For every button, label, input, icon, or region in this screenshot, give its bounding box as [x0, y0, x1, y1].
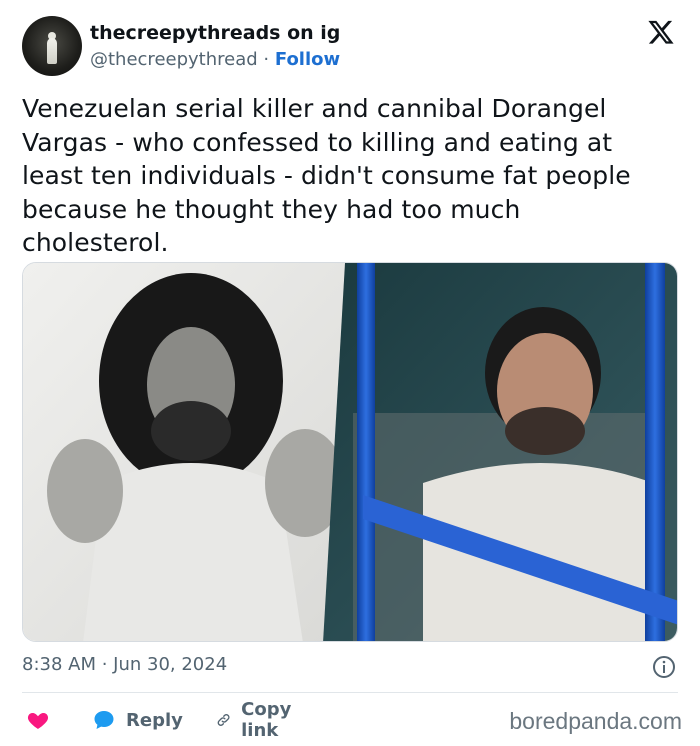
copy-link-label: Copy link	[241, 699, 292, 741]
info-icon[interactable]	[652, 655, 676, 679]
heart-icon	[27, 713, 49, 729]
copy-link-button[interactable]: Copy link	[216, 699, 300, 741]
avatar-figure-body	[47, 38, 57, 64]
reply-bubble-icon	[94, 711, 114, 729]
boredpanda-watermark: boredpanda.com	[509, 708, 682, 734]
link-icon	[217, 714, 230, 726]
tweet-header: thecreepythreads on ig @thecreepythread …	[22, 16, 680, 80]
tweet-photo[interactable]	[22, 262, 678, 642]
tweet-text: Venezuelan serial killer and cannibal Do…	[22, 94, 631, 257]
author-display-name[interactable]: thecreepythreads on ig	[90, 22, 340, 44]
avatar[interactable]	[22, 16, 82, 76]
reply-button[interactable]: Reply	[92, 704, 183, 736]
author-handle[interactable]: @thecreepythread	[90, 49, 258, 70]
reply-label: Reply	[126, 709, 183, 731]
like-button[interactable]	[26, 704, 50, 736]
photo-illustration	[23, 263, 677, 641]
author-handle-line: @thecreepythread · Follow	[90, 49, 340, 70]
handle-separator: ·	[263, 49, 270, 70]
follow-button[interactable]: Follow	[275, 49, 340, 70]
actions-divider	[22, 692, 678, 693]
tweet-timestamp[interactable]: 8:38 AM · Jun 30, 2024	[22, 654, 227, 675]
x-logo-icon[interactable]	[646, 18, 676, 46]
